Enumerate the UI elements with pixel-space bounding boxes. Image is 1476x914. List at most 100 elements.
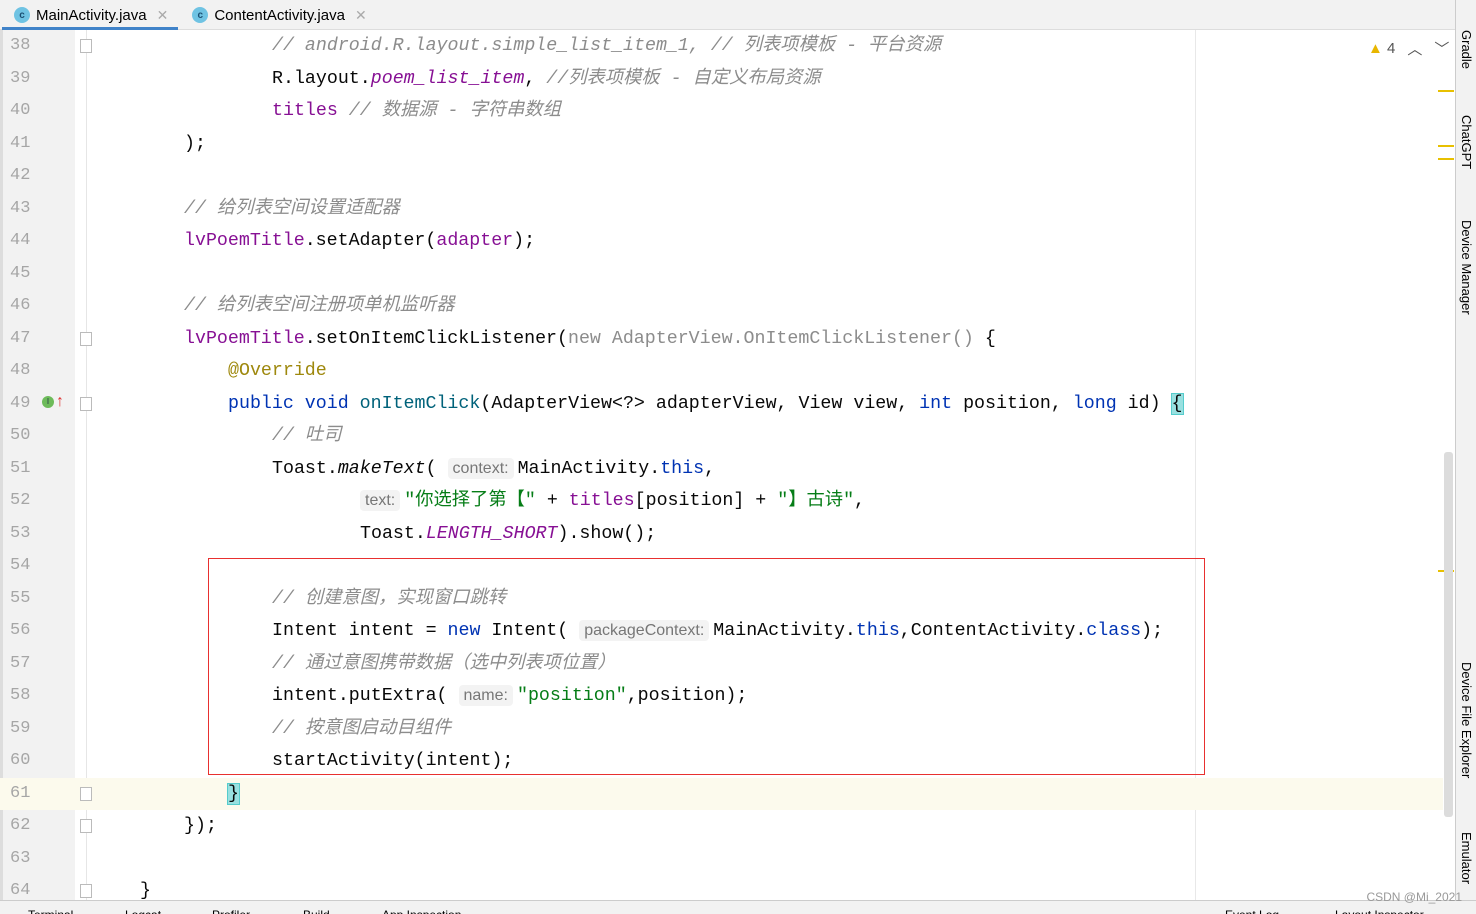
line-number: 46 bbox=[10, 296, 31, 315]
vertical-scrollbar[interactable] bbox=[1444, 452, 1453, 817]
code-token: // 数据源 - 字符串数组 bbox=[337, 101, 561, 121]
code-line[interactable]: 40 titles // 数据源 - 字符串数组 bbox=[0, 95, 1443, 128]
code-text: ); bbox=[184, 128, 206, 161]
line-number: 58 bbox=[10, 686, 31, 705]
code-line[interactable]: 42 bbox=[0, 160, 1443, 193]
highlight-box bbox=[208, 558, 1205, 775]
warning-stripe[interactable] bbox=[1438, 90, 1454, 92]
code-line[interactable]: 41); bbox=[0, 128, 1443, 161]
code-token: @Override bbox=[228, 361, 327, 381]
class-icon: c bbox=[192, 7, 209, 23]
line-number: 56 bbox=[10, 621, 31, 640]
code-line[interactable]: 49 I ↑ public void onItemClick(AdapterView<… bbox=[0, 388, 1443, 421]
tool-window-build[interactable]: Build bbox=[303, 908, 330, 914]
line-number: 63 bbox=[10, 848, 31, 868]
code-token: id) bbox=[1116, 393, 1172, 414]
code-text: // 给列表空间设置适配器 bbox=[184, 193, 400, 226]
parameter-hint: context: bbox=[447, 457, 514, 479]
fold-marker-icon[interactable] bbox=[80, 819, 92, 833]
warning-stripe[interactable] bbox=[1438, 158, 1454, 160]
code-token: lvPoemTitle bbox=[184, 328, 305, 349]
code-line[interactable]: 48 @Override bbox=[0, 355, 1443, 388]
code-text: lvPoemTitle.setAdapter(adapter); bbox=[184, 225, 535, 258]
code-token: ); bbox=[184, 133, 206, 154]
tool-window-logcat[interactable]: Logcat bbox=[125, 908, 161, 914]
code-line[interactable]: 39 R.layout.poem_list_item, //列表项模板 - 自定义… bbox=[0, 63, 1443, 96]
fold-marker-icon[interactable] bbox=[80, 331, 92, 346]
implements-icon[interactable]: I bbox=[42, 395, 54, 408]
warnings-indicator[interactable]: ▲ 4 bbox=[1368, 40, 1395, 57]
code-token: // 给列表空间设置适配器 bbox=[184, 198, 400, 219]
code-token: , bbox=[704, 458, 716, 479]
code-text: public void onItemClick(AdapterView<?> a… bbox=[228, 388, 1184, 421]
tab-mainactivity[interactable]: c MainActivity.java ✕ bbox=[0, 0, 179, 30]
code-token: ( bbox=[425, 458, 448, 479]
code-line[interactable]: 53 Toast.LENGTH_SHORT).show(); bbox=[0, 518, 1443, 551]
line-number: 44 bbox=[10, 231, 31, 250]
code-line[interactable]: 46 // 给列表空间注册项单机监听器 bbox=[0, 290, 1443, 323]
code-token: // 给列表空间注册项单机监听器 bbox=[184, 296, 455, 316]
code-token: Toast. bbox=[272, 458, 338, 479]
code-token: { bbox=[973, 328, 996, 349]
code-token: "你选择了第【" bbox=[404, 491, 536, 511]
code-line[interactable]: 52 text: "你选择了第【" + titles[position] + "】古… bbox=[0, 485, 1443, 518]
code-token: (AdapterView<?> adapterView, View view, bbox=[480, 393, 920, 414]
code-token: position, bbox=[952, 393, 1073, 414]
code-token: adapter bbox=[436, 231, 514, 251]
warning-icon: ▲ bbox=[1368, 40, 1383, 57]
editor-tabs: c MainActivity.java ✕ c ContentActivity.java… bbox=[0, 0, 1455, 30]
code-line[interactable]: 64} bbox=[0, 875, 1443, 900]
code-token: public void bbox=[228, 393, 360, 414]
tool-window-emulator[interactable]: Emulator bbox=[1459, 832, 1474, 884]
parameter-hint: text: bbox=[360, 490, 401, 511]
line-number: 55 bbox=[10, 588, 31, 608]
code-line[interactable]: 63 bbox=[0, 843, 1443, 876]
code-line[interactable]: 62}); bbox=[0, 810, 1443, 843]
tool-window-chatgpt[interactable]: ChatGPT bbox=[1459, 115, 1474, 169]
line-number: 64 bbox=[10, 881, 31, 900]
watermark: CSDN @Mi_2021 bbox=[1366, 890, 1462, 904]
tool-window-app-inspection[interactable]: App Inspection bbox=[382, 908, 461, 914]
code-line[interactable]: 61} bbox=[0, 777, 1443, 811]
fold-marker-icon[interactable] bbox=[80, 396, 92, 411]
tab-contentactivity[interactable]: c ContentActivity.java ✕ bbox=[178, 0, 376, 30]
code-line[interactable]: 45 bbox=[0, 258, 1443, 291]
next-highlight-button[interactable]: ﹀ bbox=[1434, 38, 1449, 59]
code-line[interactable]: 44 lvPoemTitle.setAdapter(adapter); bbox=[0, 225, 1443, 258]
code-line[interactable]: 50 // 吐司 bbox=[0, 420, 1443, 453]
code-text: } bbox=[140, 875, 151, 900]
tool-window-profiler[interactable]: Profiler bbox=[212, 908, 250, 914]
warning-stripe[interactable] bbox=[1438, 145, 1454, 147]
tool-window-device-manager[interactable]: Device Manager bbox=[1459, 220, 1474, 315]
code-token: .setAdapter( bbox=[304, 231, 437, 251]
tool-window-gradle[interactable]: Gradle bbox=[1459, 30, 1474, 69]
line-number: 51 bbox=[10, 458, 31, 478]
code-text: // android.R.layout.simple_list_item_1, … bbox=[272, 30, 941, 63]
code-line[interactable]: 47 lvPoemTitle.setOnItemClickListener(new… bbox=[0, 323, 1443, 356]
code-line[interactable]: 38 // android.R.layout.simple_list_item_1… bbox=[0, 30, 1443, 63]
fold-marker-icon[interactable] bbox=[80, 39, 92, 53]
line-number: 43 bbox=[10, 198, 31, 218]
tab-label: MainActivity.java bbox=[36, 6, 147, 24]
override-arrow-icon[interactable]: ↑ bbox=[56, 392, 64, 412]
code-text: } bbox=[227, 778, 240, 811]
line-number: 60 bbox=[10, 751, 31, 770]
code-token: new AdapterView.OnItemClickListener() bbox=[567, 328, 974, 349]
inspection-widget[interactable]: ▲ 4 ︿ ﹀ bbox=[1368, 38, 1449, 59]
code-token: "】古诗" bbox=[777, 491, 855, 511]
tool-window-layout-inspector[interactable]: Layout Inspector bbox=[1335, 908, 1424, 914]
tool-window-event-log[interactable]: Event Log bbox=[1225, 908, 1279, 914]
code-line[interactable]: 43 // 给列表空间设置适配器 bbox=[0, 193, 1443, 226]
tool-window-terminal[interactable]: Terminal bbox=[28, 908, 73, 914]
code-token: titles bbox=[272, 101, 338, 121]
line-number: 61 bbox=[10, 783, 31, 803]
code-token: onItemClick bbox=[359, 393, 481, 414]
code-line[interactable]: 51 Toast.makeText( context: MainActivity.t… bbox=[0, 453, 1443, 486]
previous-highlight-button[interactable]: ︿ bbox=[1407, 38, 1422, 59]
code-token: ).show(); bbox=[557, 523, 657, 544]
close-icon[interactable]: ✕ bbox=[157, 7, 169, 24]
close-icon[interactable]: ✕ bbox=[355, 7, 367, 24]
fold-marker-icon[interactable] bbox=[80, 786, 92, 801]
fold-marker-icon[interactable] bbox=[80, 884, 92, 898]
tool-window-device-file-explorer[interactable]: Device File Explorer bbox=[1459, 662, 1474, 778]
